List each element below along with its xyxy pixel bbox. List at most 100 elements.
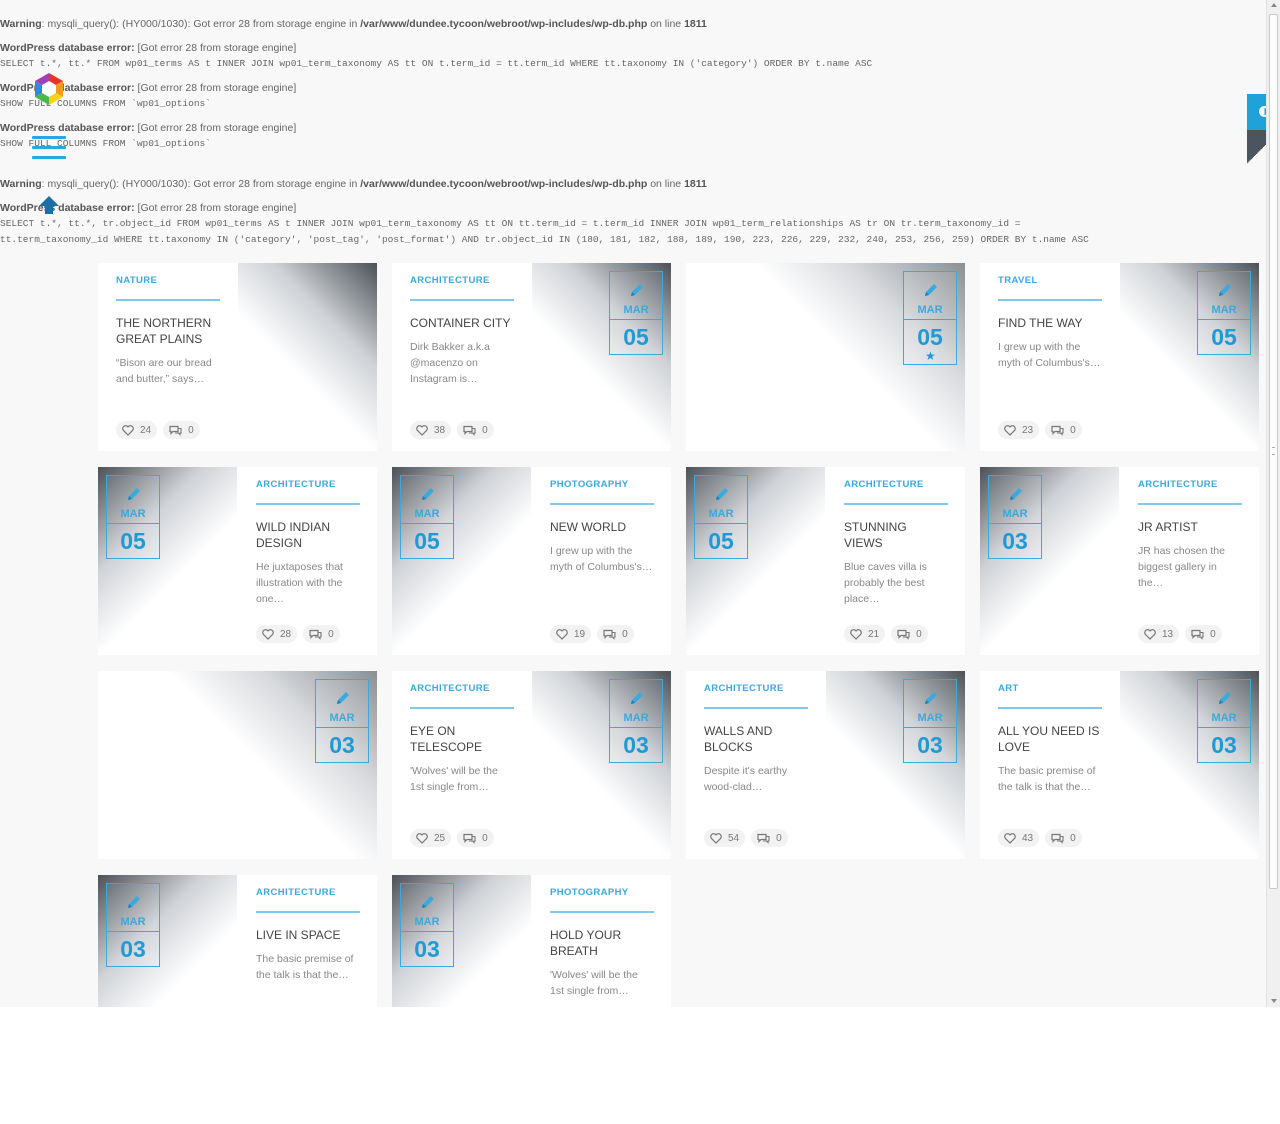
post-stats: 21 0 — [844, 625, 928, 643]
post-card[interactable]: ARCHITECTURE WILD INDIAN DESIGN He juxtapo… — [98, 467, 377, 655]
like-button[interactable]: 43 — [998, 829, 1040, 847]
vertical-scrollbar[interactable] — [1266, 0, 1280, 1007]
post-card[interactable]: ARCHITECTURE CONTAINER CITY Dirk Bakker a.… — [392, 263, 671, 451]
heart-icon — [262, 628, 274, 640]
post-date-badge[interactable]: MAR 03 — [1197, 679, 1251, 763]
comment-count: 0 — [328, 628, 334, 640]
heart-icon — [1144, 628, 1156, 640]
pencil-icon — [629, 282, 645, 298]
post-card[interactable]: ART ALL YOU NEED IS LOVE The basic premise… — [980, 671, 1259, 859]
comments-button[interactable]: 0 — [751, 829, 788, 847]
post-stats: 23 0 — [998, 421, 1082, 439]
comment-bubble-icon — [1051, 833, 1064, 844]
post-title[interactable]: THE NORTHERN GREAT PLAINS — [116, 315, 220, 347]
date-day: 03 — [120, 936, 146, 962]
comments-button[interactable]: 0 — [163, 421, 200, 439]
like-button[interactable]: 19 — [550, 625, 592, 643]
post-date-badge[interactable]: MAR 03 — [106, 883, 160, 967]
post-title[interactable]: HOLD YOUR BREATH — [550, 927, 654, 959]
comment-count: 0 — [188, 424, 194, 436]
post-date-badge[interactable]: MAR 03 — [400, 883, 454, 967]
post-date-badge[interactable]: MAR 05 — [1197, 271, 1251, 355]
scrollbar-thumb[interactable] — [1269, 14, 1278, 889]
like-count: 28 — [280, 628, 292, 640]
like-button[interactable]: 28 — [256, 625, 298, 643]
like-button[interactable]: 54 — [704, 829, 746, 847]
comment-count: 0 — [482, 424, 488, 436]
date-month: MAR — [120, 916, 146, 928]
comments-button[interactable]: 0 — [891, 625, 928, 643]
like-button[interactable]: 23 — [998, 421, 1040, 439]
comments-button[interactable]: 0 — [1045, 421, 1082, 439]
like-button[interactable]: 21 — [844, 625, 886, 643]
post-title[interactable]: WILD INDIAN DESIGN — [256, 519, 360, 551]
post-title[interactable]: NEW WORLD — [550, 519, 654, 535]
scroll-up-arrow-icon[interactable] — [39, 196, 59, 214]
post-excerpt: Dirk Bakker a.k.a @macenzo on Instagram … — [410, 341, 490, 385]
post-card[interactable]: ARCHITECTURE WALLS AND BLOCKS Despite it's… — [686, 671, 965, 859]
post-title[interactable]: WALLS AND BLOCKS — [704, 723, 808, 755]
like-button[interactable]: 13 — [1138, 625, 1180, 643]
comments-button[interactable]: 0 — [457, 421, 494, 439]
post-title[interactable]: STUNNING VIEWS — [844, 519, 948, 551]
date-divider — [904, 319, 956, 320]
scroll-up-arrow-icon[interactable] — [1271, 3, 1277, 7]
post-stats: 54 0 — [704, 829, 788, 847]
hexagon-logo-icon[interactable] — [32, 72, 66, 106]
post-card[interactable]: ARCHITECTURE JR ARTIST JR has chosen the b… — [980, 467, 1259, 655]
post-category: ARCHITECTURE — [844, 479, 924, 490]
post-card[interactable]: PHOTOGRAPHY NEW WORLD I grew up with the m… — [392, 467, 671, 655]
post-date-badge[interactable]: MAR 03 — [609, 679, 663, 763]
post-title[interactable]: JR ARTIST — [1138, 519, 1242, 535]
comment-bubble-icon — [1051, 425, 1064, 436]
post-card[interactable]: MAR 05 ★ — [686, 263, 965, 451]
post-excerpt: I grew up with the myth of Columbus's… — [998, 341, 1101, 369]
heart-icon — [416, 832, 428, 844]
date-month: MAR — [623, 712, 649, 724]
post-image[interactable] — [238, 263, 377, 451]
post-card[interactable]: MAR 03 — [98, 671, 377, 859]
category-divider — [256, 911, 360, 913]
comments-button[interactable]: 0 — [1185, 625, 1222, 643]
post-date-badge[interactable]: MAR 05 — [694, 475, 748, 559]
post-date-badge[interactable]: MAR 05 — [106, 475, 160, 559]
comment-count: 0 — [1210, 628, 1216, 640]
post-date-badge[interactable]: MAR 03 — [315, 679, 369, 763]
pencil-icon — [126, 486, 142, 502]
post-title[interactable]: FIND THE WAY — [998, 315, 1102, 331]
post-card[interactable]: NATURE THE NORTHERN GREAT PLAINS “Bison ar… — [98, 263, 377, 451]
pencil-icon — [126, 894, 142, 910]
comments-button[interactable]: 0 — [597, 625, 634, 643]
post-card[interactable]: TRAVEL FIND THE WAY I grew up with the myt… — [980, 263, 1259, 451]
comments-button[interactable]: 0 — [457, 829, 494, 847]
post-date-badge[interactable]: MAR 03 — [988, 475, 1042, 559]
comment-bubble-icon — [463, 833, 476, 844]
comment-count: 0 — [622, 628, 628, 640]
post-card[interactable]: ARCHITECTURE EYE ON TELESCOPE 'Wolves' wil… — [392, 671, 671, 859]
post-card[interactable]: ARCHITECTURE STUNNING VIEWS Blue caves vil… — [686, 467, 965, 655]
date-day: 03 — [1211, 732, 1237, 758]
post-title[interactable]: ALL YOU NEED IS LOVE — [998, 723, 1102, 755]
like-button[interactable]: 38 — [410, 421, 452, 439]
date-divider — [401, 931, 453, 932]
like-button[interactable]: 25 — [410, 829, 452, 847]
post-title[interactable]: CONTAINER CITY — [410, 315, 514, 331]
post-title[interactable]: LIVE IN SPACE — [256, 927, 360, 943]
post-category: PHOTOGRAPHY — [550, 887, 629, 898]
post-card[interactable]: PHOTOGRAPHY HOLD YOUR BREATH 'Wolves' will… — [392, 875, 671, 1007]
post-date-badge[interactable]: MAR 05 — [400, 475, 454, 559]
post-title[interactable]: EYE ON TELESCOPE — [410, 723, 514, 755]
date-divider — [610, 727, 662, 728]
post-date-badge[interactable]: MAR 03 — [903, 679, 957, 763]
like-button[interactable]: 24 — [116, 421, 158, 439]
post-card[interactable]: ARCHITECTURE LIVE IN SPACE The basic premi… — [98, 875, 377, 1007]
post-stats: 25 0 — [410, 829, 494, 847]
comment-bubble-icon — [603, 629, 616, 640]
post-text-panel: ARCHITECTURE LIVE IN SPACE The basic premi… — [238, 875, 377, 1007]
hamburger-menu-icon[interactable] — [32, 136, 66, 162]
comments-button[interactable]: 0 — [1045, 829, 1082, 847]
post-date-badge[interactable]: MAR 05 — [609, 271, 663, 355]
post-date-badge[interactable]: MAR 05 ★ — [903, 271, 957, 365]
scroll-down-arrow-icon[interactable] — [1271, 999, 1277, 1003]
comments-button[interactable]: 0 — [303, 625, 340, 643]
